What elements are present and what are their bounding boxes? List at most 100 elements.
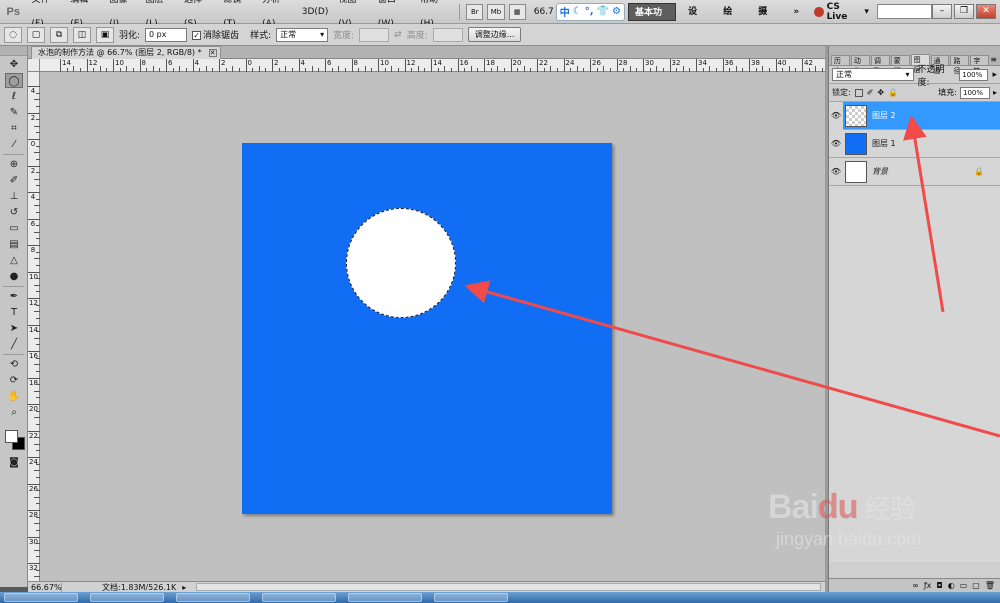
marquee-tool-preset-icon[interactable]: ◌	[4, 26, 22, 43]
taskbar-item[interactable]	[176, 593, 250, 602]
close-button[interactable]: ✕	[976, 4, 997, 19]
close-tab-icon[interactable]: ✕	[208, 49, 217, 57]
ime-toolbar[interactable]: 中 ☾ °, 👕 ⚙	[555, 2, 625, 21]
taskbar-item[interactable]	[348, 593, 422, 602]
width-input[interactable]	[359, 27, 390, 42]
tab-history[interactable]: 历史	[831, 55, 850, 75]
circle-selection[interactable]	[346, 208, 456, 318]
healing-brush-tool-icon[interactable]: ⊕	[5, 157, 23, 172]
ruler-origin[interactable]	[28, 59, 40, 72]
eye-icon[interactable]: 👁	[829, 167, 843, 176]
antialias-checkbox[interactable]: ✓ 消除锯齿	[192, 28, 239, 41]
new-layer-icon[interactable]: ▢	[972, 581, 980, 590]
height-input[interactable]	[432, 27, 463, 42]
mini-bridge-button[interactable]: Mb	[487, 3, 505, 20]
refine-edge-button[interactable]: 调整边缘...	[467, 27, 522, 42]
blur-tool-icon[interactable]: △	[5, 253, 23, 268]
taskbar-item[interactable]	[4, 593, 78, 602]
tab-masks[interactable]: 蒙版	[890, 55, 910, 75]
document-tab[interactable]: 水泡的制作方法 @ 66.7% (图层 2, RGB/8) * ✕	[31, 46, 221, 59]
fill-input[interactable]: 100%	[959, 86, 990, 99]
link-layers-icon[interactable]: ∞	[912, 581, 919, 590]
crop-tool-icon[interactable]: ⌗	[5, 121, 23, 136]
workspace-design-button[interactable]: 设计	[682, 3, 711, 35]
zoom-tool-icon[interactable]: ⌕	[5, 405, 23, 420]
ime-moon-icon[interactable]: ☾	[573, 6, 582, 17]
blend-mode-select[interactable]: 正常 ▾	[832, 68, 914, 81]
lasso-tool-icon[interactable]: ℓ	[5, 89, 23, 104]
move-tool-icon[interactable]: ✥	[5, 57, 23, 72]
foreground-color-swatch[interactable]	[5, 430, 18, 443]
extras-icon[interactable]: ▦	[508, 3, 526, 20]
dodge-tool-icon[interactable]: ●	[5, 269, 23, 284]
taskbar-item[interactable]	[90, 593, 164, 602]
layer-row-background[interactable]: 👁 背景 🔒	[829, 158, 1000, 186]
ime-punct-icon[interactable]: °,	[585, 6, 594, 17]
chevron-right-icon[interactable]: ▸	[993, 88, 997, 97]
horizontal-ruler[interactable]: 14 12 10 8 6 4 2 0 2 4 6 8 10 12 14 16 18 20 22 24 26 28 30 32 3…	[40, 59, 825, 72]
workspace-photography-button[interactable]: 摄影	[752, 3, 781, 35]
tab-adjustments[interactable]: 调整	[870, 55, 890, 75]
search-input[interactable]	[876, 4, 933, 19]
brush-tool-icon[interactable]: ✐	[5, 173, 23, 188]
ime-skin-icon[interactable]: 👕	[597, 6, 609, 17]
quick-mask-icon[interactable]: ◙	[5, 455, 23, 470]
taskbar-item[interactable]	[262, 593, 336, 602]
panel-menu-icon[interactable]: ≡	[990, 55, 997, 65]
bridge-button[interactable]: Br	[466, 3, 484, 20]
subtract-selection-icon[interactable]: ◫	[73, 26, 91, 43]
status-zoom[interactable]: 66.67%	[28, 582, 62, 592]
workspace-essentials-button[interactable]: 基本功能	[627, 2, 677, 36]
document-canvas[interactable]	[242, 143, 612, 514]
hand-tool-icon[interactable]: ✋	[5, 389, 23, 404]
workspace-painting-button[interactable]: 绘画	[717, 3, 746, 35]
lock-all-icon[interactable]: 🔒	[888, 88, 898, 97]
restore-button[interactable]: ❐	[954, 4, 975, 19]
elliptical-marquee-tool-icon[interactable]: ◯	[5, 73, 23, 88]
style-select[interactable]: 正常 ▾	[276, 27, 329, 42]
adjustment-layer-icon[interactable]: ◐	[948, 581, 955, 590]
ime-chinese-icon[interactable]: 中	[560, 4, 570, 19]
eye-icon[interactable]: 👁	[829, 101, 843, 130]
tab-character[interactable]: 字符	[970, 55, 990, 75]
add-mask-icon[interactable]: ◘	[936, 581, 942, 590]
vertical-ruler[interactable]: 4 2 0 2 4 6 8 10 12 14 16 18 20 22 24 26 28 30 32	[28, 72, 40, 584]
zoom-level[interactable]: 66.7	[534, 7, 554, 17]
layer-style-icon[interactable]: ƒx	[924, 581, 932, 590]
gradient-tool-icon[interactable]: ▤	[5, 237, 23, 252]
swap-icon[interactable]: ⇄	[394, 30, 402, 40]
workspace-more-button[interactable]: »	[787, 3, 805, 21]
shape-tool-icon[interactable]: ╱	[5, 337, 23, 352]
panel-grip[interactable]	[0, 46, 27, 56]
horizontal-scrollbar[interactable]	[196, 583, 821, 591]
cs-live-button[interactable]: CS Live ▾	[814, 2, 869, 22]
layer-row-layer1[interactable]: 👁 图层 1	[829, 130, 1000, 158]
intersect-selection-icon[interactable]: ▣	[96, 26, 114, 43]
delete-layer-icon[interactable]: 🗑	[985, 581, 995, 590]
menu-3d[interactable]: 3D(D)	[297, 0, 334, 24]
layer-row-layer2[interactable]: 👁 图层 2	[829, 101, 1000, 130]
3d-orbit-tool-icon[interactable]: ⟳	[5, 373, 23, 388]
ime-settings-icon[interactable]: ⚙	[612, 6, 621, 17]
lock-pixels-icon[interactable]: ✐	[867, 88, 874, 97]
quick-selection-tool-icon[interactable]: ✎	[5, 105, 23, 120]
minimize-button[interactable]: –	[932, 4, 953, 19]
chevron-right-icon[interactable]: ▸	[992, 70, 997, 80]
taskbar-item[interactable]	[434, 593, 508, 602]
feather-input[interactable]: 0 px	[145, 27, 188, 42]
eraser-tool-icon[interactable]: ▭	[5, 221, 23, 236]
type-tool-icon[interactable]: T	[5, 305, 23, 320]
pen-tool-icon[interactable]: ✒	[5, 289, 23, 304]
status-arrow-icon[interactable]: ▸	[182, 583, 186, 592]
clone-stamp-tool-icon[interactable]: ⊥	[5, 189, 23, 204]
lock-position-icon[interactable]: ✥	[877, 88, 884, 97]
eye-icon[interactable]: 👁	[829, 139, 843, 148]
path-selection-tool-icon[interactable]: ➤	[5, 321, 23, 336]
lock-transparency-icon[interactable]	[854, 88, 863, 97]
new-selection-icon[interactable]: ▢	[27, 26, 45, 43]
new-group-icon[interactable]: ▭	[960, 581, 968, 590]
history-brush-tool-icon[interactable]: ↺	[5, 205, 23, 220]
opacity-input[interactable]: 100%	[959, 68, 989, 81]
eyedropper-tool-icon[interactable]: ⁄	[5, 137, 23, 152]
3d-rotate-tool-icon[interactable]: ⟲	[5, 357, 23, 372]
